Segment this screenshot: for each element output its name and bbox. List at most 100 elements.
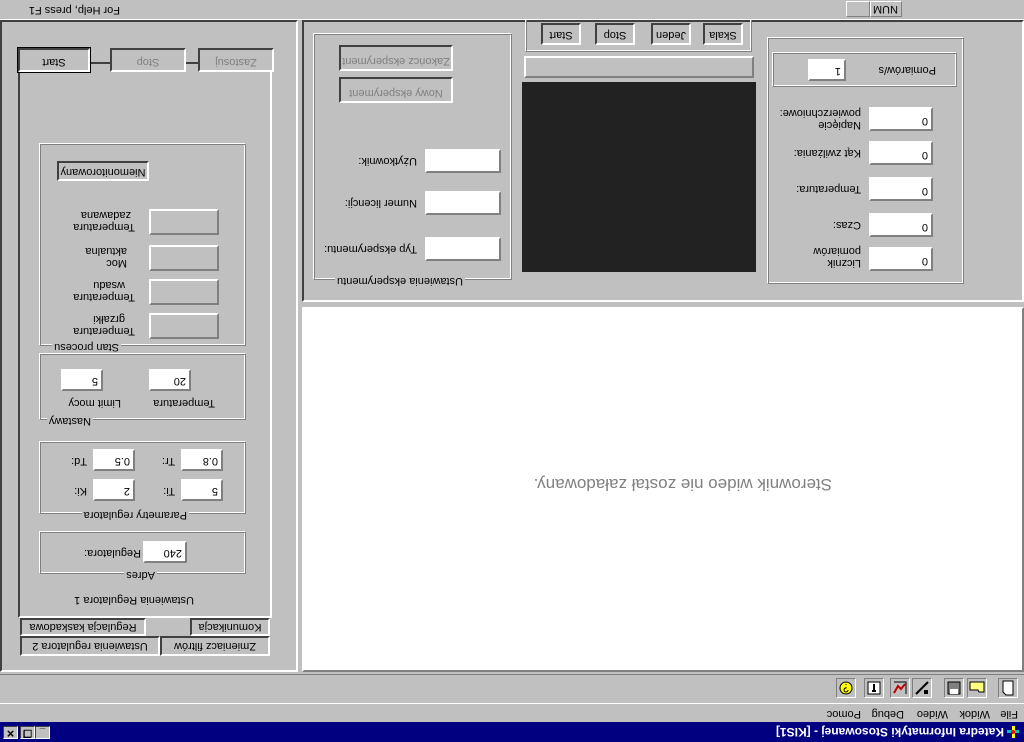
tab-ustawienia-regulatora-2[interactable]: Ustawienia regulatora 2: [20, 636, 160, 656]
czas-field: 0: [869, 213, 933, 237]
menu-debug[interactable]: Debug: [872, 708, 904, 720]
adres-group-title: Adres: [124, 569, 157, 581]
experiment-group: Ustawienia eksperymentu Typ eksperymentu…: [314, 34, 512, 287]
bottom-panel: 0 Licznik pomiarów 0 Czas: 0 Temperatura…: [302, 18, 1024, 302]
nastawy-temperatura-field[interactable]: 20: [149, 369, 191, 391]
td-field[interactable]: 0.5: [93, 449, 135, 471]
parametry-group: Parametry regulatora 5 Ti: 2 Ki: 0.8 Tr:…: [40, 442, 246, 521]
measurements-group: 0 Licznik pomiarów 0 Czas: 0 Temperatura…: [768, 38, 964, 284]
screen-root: Katedra Informatyki Stosowanej - [KIS1] …: [0, 0, 1024, 742]
video-preview: [522, 82, 756, 272]
tab-zmieniacz-filtrow[interactable]: Zmieniacz filtrów: [160, 636, 270, 656]
toolbar: [0, 674, 1024, 704]
ki-field[interactable]: 2: [93, 479, 135, 501]
status-bar: NUM For Help, press F1: [0, 0, 1024, 20]
temp-zadawana-label-2: zadawana: [80, 209, 131, 221]
regulatora-address-field[interactable]: 240: [143, 541, 187, 563]
close-button[interactable]: ✕: [3, 726, 18, 739]
start-button[interactable]: Start: [17, 47, 91, 73]
ki-label: Ki:: [74, 485, 87, 497]
regulator-panel: Zmieniacz filtrów Ustawienia regulatora …: [0, 20, 298, 672]
stan-procesu-group: Stan procesu Temperatura grzałki Tempera…: [40, 144, 246, 353]
properties-icon[interactable]: [864, 678, 884, 698]
ti-label: Ti:: [163, 485, 175, 497]
video-status-field: [524, 56, 754, 78]
pomiarow-s-field[interactable]: 1: [808, 59, 846, 81]
active-tab-title: Ustawienia Regulatora 1: [74, 594, 194, 606]
pomiarow-label: pomiarów: [813, 245, 861, 257]
temp-wsadu-field: [149, 279, 219, 305]
draw-icon[interactable]: [912, 678, 932, 698]
typ-eksperymentu-label: Typ eksperymentu:: [324, 243, 417, 255]
minimize-button[interactable]: _: [35, 726, 50, 739]
td-label: Td:: [71, 455, 87, 467]
nastawy-group-title: Nastawy: [46, 415, 93, 427]
numer-licencji-label: Numer licencji:: [344, 197, 417, 209]
moc-aktualna-label-2: aktualna: [85, 245, 127, 257]
niemonitorowany-button[interactable]: Niemonitorowany: [57, 161, 149, 181]
kat-zwilzania-field: 0: [869, 141, 933, 165]
moc-aktualna-label-1: Moc: [106, 257, 127, 269]
tr-label: Tr:: [161, 455, 175, 467]
powierzchniowe-label: powierzchniowe:: [779, 107, 861, 119]
temp-grzalki-field: [149, 313, 219, 339]
video-area: Sterownik wideo nie został załadowany.: [302, 307, 1024, 672]
adres-group: Adres 240 Regulatora:: [40, 532, 246, 581]
video-driver-message: Sterownik wideo nie został załadowany.: [533, 475, 832, 494]
temperatura-field: 0: [869, 177, 933, 201]
ti-field[interactable]: 5: [181, 479, 223, 501]
napiecie-field: 0: [869, 107, 933, 131]
menu-widok[interactable]: Widok: [959, 708, 990, 720]
pomiarow-box: Pomiarów/s 1: [773, 53, 957, 87]
czas-label: Czas:: [832, 219, 861, 231]
zakoncz-eksperyment-button[interactable]: Zakończ eksperyment: [339, 45, 453, 71]
tr-field[interactable]: 0.8: [181, 449, 223, 471]
limit-mocy-label: Limit mocy: [68, 397, 121, 409]
zastosuj-button[interactable]: Zastosuj: [198, 48, 274, 72]
numer-licencji-field[interactable]: [425, 191, 501, 215]
kat-zwilzania-label: Kąt zwilżania:: [793, 147, 861, 159]
licznik-pomiarow-field: 0: [869, 247, 933, 271]
save-icon[interactable]: [944, 678, 964, 698]
help-icon[interactable]: [836, 678, 856, 698]
tab-komunikacja[interactable]: Komunikacja: [190, 618, 270, 636]
temp-grzalki-label-2: grzałki: [93, 313, 125, 325]
menu-pomoc[interactable]: Pomoc: [827, 708, 861, 720]
parametry-group-title: Parametry regulatora: [81, 509, 189, 521]
temp-wsadu-label-2: wsadu: [93, 279, 125, 291]
chart-icon[interactable]: [890, 678, 910, 698]
tab-regulacja-kaskadowa[interactable]: Regulacja kaskadowa: [20, 618, 146, 636]
video-skala-button[interactable]: Skala: [703, 23, 743, 45]
open-folder-icon[interactable]: [967, 678, 987, 698]
moc-aktualna-field: [149, 245, 219, 271]
temperatura-label: Temperatura:: [796, 183, 861, 195]
stop-button[interactable]: Stop: [110, 48, 186, 72]
num-lock-indicator: NUM: [870, 1, 902, 17]
video-start-button[interactable]: Start: [541, 23, 581, 45]
stan-procesu-group-title: Stan procesu: [52, 341, 121, 353]
menu-wideo[interactable]: Wideo: [917, 708, 948, 720]
new-document-icon[interactable]: [998, 678, 1018, 698]
experiment-group-title: Ustawienia eksperymentu: [335, 275, 465, 287]
video-jeden-button[interactable]: Jeden: [651, 23, 691, 45]
nowy-eksperyment-button[interactable]: Nowy eksperyment: [339, 77, 453, 103]
temp-wsadu-label-1: Temperatura: [73, 291, 135, 303]
tab-page-regulator-1: Ustawienia Regulatora 1 Adres 240 Regula…: [18, 62, 272, 618]
napiecie-label: Napięcie: [818, 119, 861, 131]
video-controls-group: Skala Jeden Stop Start: [526, 18, 752, 52]
licznik-label: Licznik: [827, 257, 861, 269]
window-title: Katedra Informatyki Stosowanej - [KIS1]: [775, 725, 1004, 739]
menu-file[interactable]: File: [1000, 708, 1018, 720]
uzytkownik-label: Użytkownik:: [358, 155, 417, 167]
video-stop-button[interactable]: Stop: [595, 23, 635, 45]
limit-mocy-field[interactable]: 5: [61, 369, 103, 391]
nastawy-group: Nastawy Temperatura Limit mocy 20 5: [40, 354, 246, 427]
typ-eksperymentu-field[interactable]: [425, 237, 501, 261]
app-icon: [1007, 726, 1019, 738]
restore-button[interactable]: ❐: [20, 726, 35, 739]
regulatora-address-label: Regulatora:: [84, 547, 141, 559]
temp-grzalki-label-1: Temperatura: [73, 325, 135, 337]
status-help-text: For Help, press F1: [28, 4, 120, 16]
uzytkownik-field[interactable]: [425, 149, 501, 173]
nastawy-temperatura-label: Temperatura: [153, 397, 215, 409]
